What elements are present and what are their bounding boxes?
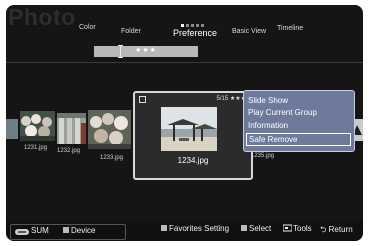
thumbnail-label: 1233.jpg bbox=[100, 155, 124, 161]
thumbnail-label: 1235.jpg bbox=[251, 153, 275, 159]
preference-stars: ★★★ bbox=[135, 47, 157, 54]
thumbnail-label: 1231.jpg bbox=[24, 145, 48, 151]
app-title: Photo bbox=[8, 5, 76, 30]
menu-item-label: Safe Remove bbox=[249, 135, 298, 144]
page-dot bbox=[191, 24, 194, 27]
photo-people-image bbox=[20, 111, 55, 141]
tab-preference[interactable]: Preference bbox=[173, 28, 217, 38]
tab-timeline[interactable]: Timeline bbox=[277, 25, 303, 32]
favorites-setting-button[interactable]: Favorites Setting bbox=[161, 224, 229, 233]
bottom-bar: SUM Device Favorites Setting Select Tool… bbox=[6, 221, 363, 241]
return-icon: ⮌ bbox=[320, 225, 327, 234]
menu-item-information[interactable]: Information bbox=[248, 121, 288, 130]
sum-icon bbox=[15, 229, 29, 235]
screenshot: Photo Color Folder Preference Basic View… bbox=[0, 0, 369, 246]
thumbnail-label: 1234.jpg bbox=[177, 156, 209, 165]
tab-color[interactable]: Color bbox=[79, 24, 96, 31]
page-dot bbox=[181, 24, 184, 27]
menu-item-play-current-group[interactable]: Play Current Group bbox=[248, 108, 317, 117]
photo-counter: 5/15 ★★★ bbox=[216, 96, 246, 102]
page-dot bbox=[196, 24, 199, 27]
tab-folder[interactable]: Folder bbox=[121, 28, 141, 35]
select-button[interactable]: Select bbox=[241, 224, 271, 233]
page-dot bbox=[201, 24, 204, 27]
menu-item-slide-show[interactable]: Slide Show bbox=[248, 96, 288, 105]
sum-button[interactable]: SUM Device bbox=[10, 224, 126, 240]
select-key-icon bbox=[241, 225, 247, 231]
tools-button[interactable]: Tools bbox=[282, 224, 312, 233]
divider bbox=[6, 62, 363, 63]
photo-crowd-image bbox=[88, 110, 131, 149]
tv-screen: Photo Color Folder Preference Basic View… bbox=[6, 5, 363, 241]
tools-context-menu: Slide Show Play Current Group Informatio… bbox=[243, 90, 355, 152]
thumbnail-1231[interactable] bbox=[20, 111, 55, 141]
thumbnail-1233[interactable] bbox=[88, 110, 131, 149]
tools-label: Tools bbox=[293, 224, 312, 233]
thumbnail-partial[interactable] bbox=[6, 119, 18, 139]
device-icon bbox=[63, 227, 69, 233]
device-label: Device bbox=[71, 226, 96, 235]
focused-thumbnail-card[interactable]: 5/15 ★★★ 1234.jpg bbox=[133, 91, 253, 180]
tools-icon bbox=[282, 224, 293, 232]
sum-label: SUM bbox=[31, 226, 49, 235]
photo-beach-image bbox=[161, 107, 217, 151]
device-button[interactable]: Device bbox=[63, 226, 95, 235]
page-dot bbox=[186, 24, 189, 27]
tab-basic-view[interactable]: Basic View bbox=[232, 28, 266, 35]
preference-group-bar[interactable]: ★★★ bbox=[94, 45, 198, 58]
favorites-key-icon bbox=[161, 225, 167, 231]
thumbnail-1232[interactable] bbox=[57, 113, 86, 144]
photo-architecture-image bbox=[57, 113, 86, 144]
return-label: Return bbox=[328, 225, 353, 234]
favorites-label: Favorites Setting bbox=[169, 224, 230, 233]
select-checkbox[interactable] bbox=[139, 96, 146, 103]
select-label: Select bbox=[249, 224, 272, 233]
return-button[interactable]: ⮌ Return bbox=[320, 224, 353, 238]
thumbnail-label: 1232.jpg bbox=[57, 148, 81, 154]
menu-item-safe-remove[interactable]: Safe Remove bbox=[246, 133, 351, 146]
